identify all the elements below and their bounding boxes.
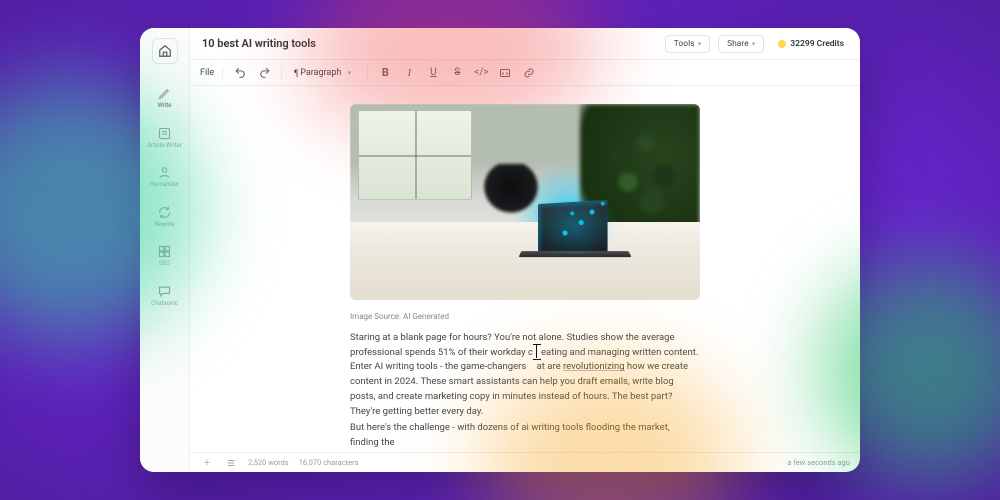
file-menu[interactable]: File bbox=[200, 68, 214, 78]
article-paragraph[interactable]: Staring at a blank page for hours? You'r… bbox=[350, 331, 700, 419]
italic-icon: I bbox=[408, 67, 412, 79]
bold-button[interactable]: B bbox=[376, 64, 394, 82]
credits-dot-icon bbox=[778, 40, 786, 48]
topbar: 10 best AI writing tools Tools ▾ Share ▾… bbox=[190, 28, 860, 60]
redo-button[interactable] bbox=[255, 64, 273, 82]
sidebar-item-label: Chatsonic bbox=[151, 301, 178, 308]
app-window: Write Article Writer Humanizer Rewrite S… bbox=[140, 28, 860, 472]
sidebar-item-seo[interactable]: SEO bbox=[143, 238, 187, 274]
article-icon bbox=[157, 126, 172, 141]
refresh-icon bbox=[157, 205, 172, 220]
underline-icon: U bbox=[430, 67, 436, 78]
saved-status: a few seconds ago bbox=[787, 458, 850, 467]
sidebar-item-label: Rewrite bbox=[154, 222, 174, 229]
hero-image[interactable] bbox=[350, 104, 700, 300]
block-type-select[interactable]: ¶ Paragraph ▾ bbox=[290, 68, 359, 78]
editor-toolbar: File ¶ Paragraph ▾ B I U S </> bbox=[190, 60, 860, 86]
chevron-down-icon: ▾ bbox=[343, 69, 355, 77]
sidebar-item-rewrite[interactable]: Rewrite bbox=[143, 199, 187, 235]
sidebar-item-label: Write bbox=[158, 103, 172, 110]
codeblock-icon bbox=[499, 67, 511, 79]
chevron-down-icon: ▾ bbox=[698, 40, 702, 48]
code-button[interactable]: </> bbox=[472, 64, 490, 82]
credits-value: 32299 Credits bbox=[790, 39, 844, 49]
list-icon bbox=[226, 458, 236, 468]
codeblock-button[interactable] bbox=[496, 64, 514, 82]
char-count: 16,070 characters bbox=[299, 458, 359, 467]
article-paragraph[interactable]: But here's the challenge - with dozens o… bbox=[350, 421, 700, 450]
sidebar-item-humanizer[interactable]: Humanizer bbox=[143, 159, 187, 195]
sidebar-item-label: SEO bbox=[159, 261, 170, 268]
sidebar-item-label: Humanizer bbox=[150, 182, 179, 189]
share-label: Share bbox=[727, 39, 749, 49]
underline-button[interactable]: U bbox=[424, 64, 442, 82]
outline-button[interactable] bbox=[224, 456, 238, 470]
tools-label: Tools bbox=[674, 39, 695, 49]
image-caption: Image Source: AI Generated bbox=[350, 312, 700, 321]
add-block-button[interactable]: ＋ bbox=[200, 456, 214, 470]
home-icon bbox=[158, 44, 172, 58]
text-cursor-icon bbox=[532, 346, 542, 358]
person-icon bbox=[157, 165, 172, 180]
sidebar: Write Article Writer Humanizer Rewrite S… bbox=[140, 28, 190, 472]
redo-icon bbox=[258, 66, 271, 79]
sidebar-item-label: Article Writer bbox=[147, 143, 182, 150]
chat-icon bbox=[157, 284, 172, 299]
italic-button[interactable]: I bbox=[400, 64, 418, 82]
credits-badge[interactable]: 32299 Credits bbox=[772, 39, 850, 49]
pencil-icon bbox=[157, 86, 172, 101]
page-title: 10 best AI writing tools bbox=[202, 37, 316, 50]
undo-icon bbox=[234, 66, 247, 79]
home-button[interactable] bbox=[152, 38, 178, 64]
undo-button[interactable] bbox=[231, 64, 249, 82]
strike-button[interactable]: S bbox=[448, 64, 466, 82]
sidebar-item-article-writer[interactable]: Article Writer bbox=[143, 120, 187, 156]
editor-scroll[interactable]: Image Source: AI Generated Staring at a … bbox=[190, 86, 860, 452]
chevron-down-icon: ▾ bbox=[752, 40, 756, 48]
sidebar-item-write[interactable]: Write bbox=[143, 80, 187, 116]
sidebar-item-chatsonic[interactable]: Chatsonic bbox=[143, 278, 187, 314]
link-button[interactable] bbox=[520, 64, 538, 82]
tools-button[interactable]: Tools ▾ bbox=[665, 35, 710, 53]
bold-icon: B bbox=[382, 66, 389, 79]
grid-icon bbox=[157, 244, 172, 259]
word-count: 2,520 words bbox=[248, 458, 289, 467]
document-content[interactable]: Image Source: AI Generated Staring at a … bbox=[350, 104, 700, 451]
strikethrough-icon: S bbox=[454, 67, 460, 78]
code-icon: </> bbox=[474, 67, 488, 78]
status-bar: ＋ 2,520 words 16,070 characters a few se… bbox=[190, 452, 860, 472]
share-button[interactable]: Share ▾ bbox=[718, 35, 764, 53]
link-icon bbox=[523, 67, 535, 79]
block-type-label: Paragraph bbox=[300, 68, 341, 78]
plus-icon: ＋ bbox=[203, 457, 211, 468]
main-panel: 10 best AI writing tools Tools ▾ Share ▾… bbox=[190, 28, 860, 472]
